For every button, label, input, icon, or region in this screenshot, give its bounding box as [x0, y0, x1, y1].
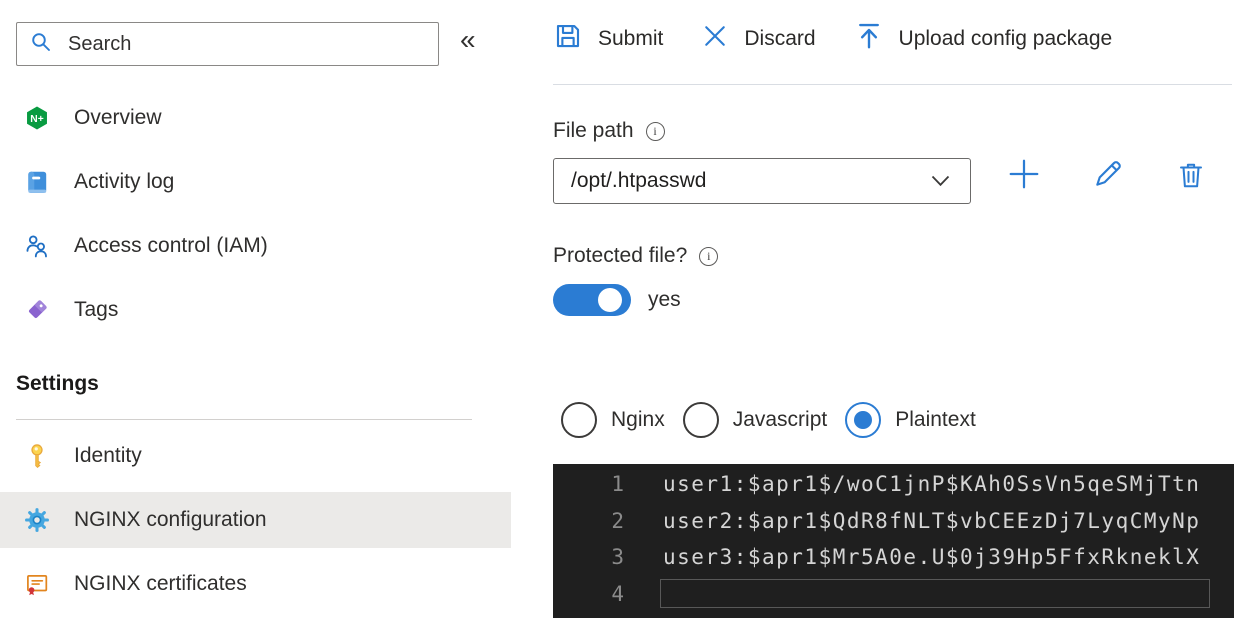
toggle-state-label: yes — [648, 288, 681, 311]
radio-circle — [561, 402, 597, 438]
plus-icon — [1007, 157, 1041, 196]
upload-label: Upload config package — [898, 27, 1113, 50]
protected-file-label: Protected file? — [553, 244, 688, 267]
sidebar-settings-nav: Identity NGINX configuration NGINX certi… — [0, 428, 511, 620]
delete-file-button[interactable] — [1174, 160, 1208, 194]
line-text: user3:$apr1$Mr5A0e.U$0j39Hp5FfxRkneklX — [663, 545, 1201, 570]
sidebar-item-overview[interactable]: N+ Overview — [0, 86, 511, 150]
submit-label: Submit — [598, 27, 664, 50]
settings-section-header: Settings — [16, 372, 99, 395]
sidebar-item-label: Access control (IAM) — [74, 234, 268, 257]
radio-circle — [845, 402, 882, 438]
editor-line: 2 user2:$apr1$QdR8fNLT$vbCEEzDj7LyqCMyNp — [553, 503, 1234, 540]
trash-icon — [1176, 160, 1206, 195]
certificate-icon — [24, 571, 50, 597]
nginx-logo-icon: N+ — [24, 105, 50, 131]
pencil-icon — [1092, 158, 1124, 195]
edit-file-button[interactable] — [1091, 159, 1125, 193]
sidebar-item-label: Tags — [74, 298, 119, 321]
protected-file-toggle[interactable] — [553, 284, 631, 316]
collapse-sidebar-icon[interactable]: « — [460, 26, 476, 54]
radio-label: Nginx — [611, 408, 665, 431]
command-bar: Submit Discard Upload config package — [553, 21, 1112, 57]
sidebar-item-label: Identity — [74, 444, 142, 467]
search-input[interactable] — [66, 31, 426, 57]
sidebar-item-tags[interactable]: Tags — [0, 278, 511, 342]
discard-button[interactable]: Discard — [701, 22, 816, 56]
syntax-radio-group: Nginx Javascript Plaintext — [561, 402, 976, 438]
radio-circle — [682, 402, 719, 438]
sidebar: « N+ Overview Activity log — [0, 0, 511, 618]
activity-log-icon — [24, 169, 50, 195]
radio-nginx[interactable]: Nginx — [561, 402, 665, 438]
toolbar-divider — [553, 84, 1232, 85]
sidebar-item-label: NGINX certificates — [74, 572, 247, 595]
sidebar-item-nginx-configuration[interactable]: NGINX configuration — [0, 492, 511, 548]
discard-label: Discard — [744, 27, 816, 50]
line-text: user1:$apr1$/woC1jnP$KAh0SsVn5qeSMjTtn — [663, 472, 1201, 497]
editor-cursor-line[interactable] — [660, 579, 1210, 609]
file-path-dropdown[interactable]: /opt/.htpasswd — [553, 158, 971, 204]
file-path-label-row: File path i — [553, 119, 665, 143]
file-path-label: File path — [553, 119, 634, 142]
line-number: 4 — [611, 581, 625, 606]
sidebar-item-label: Overview — [74, 106, 162, 129]
gear-icon — [24, 507, 50, 533]
close-icon — [701, 22, 729, 56]
chevron-down-icon — [931, 169, 950, 193]
add-file-button[interactable] — [1007, 159, 1041, 193]
toggle-knob — [598, 288, 622, 312]
key-icon — [24, 443, 50, 469]
editor-line: 3 user3:$apr1$Mr5A0e.U$0j39Hp5FfxRkneklX — [553, 539, 1234, 576]
protected-file-label-row: Protected file? i — [553, 244, 719, 268]
tag-icon — [24, 297, 50, 323]
sidebar-item-nginx-certificates[interactable]: NGINX certificates — [0, 556, 511, 612]
search-icon — [29, 30, 53, 59]
info-icon[interactable]: i — [645, 121, 665, 141]
settings-divider — [16, 419, 472, 420]
search-box[interactable] — [16, 22, 439, 66]
radio-javascript[interactable]: Javascript — [682, 402, 828, 438]
upload-config-package-button[interactable]: Upload config package — [854, 21, 1113, 57]
upload-icon — [854, 21, 884, 57]
radio-plaintext[interactable]: Plaintext — [845, 402, 976, 438]
editor-line: 4 — [553, 576, 1234, 613]
save-icon — [553, 21, 583, 57]
sidebar-item-access-control[interactable]: Access control (IAM) — [0, 214, 511, 278]
line-text: user2:$apr1$QdR8fNLT$vbCEEzDj7LyqCMyNp — [663, 508, 1201, 533]
sidebar-nav: N+ Overview Activity log Access control … — [0, 86, 511, 342]
file-path-value: /opt/.htpasswd — [571, 169, 707, 192]
sidebar-item-activity-log[interactable]: Activity log — [0, 150, 511, 214]
line-number: 3 — [611, 545, 625, 570]
config-code-editor[interactable]: 1 user1:$apr1$/woC1jnP$KAh0SsVn5qeSMjTtn… — [553, 464, 1234, 618]
line-number: 1 — [611, 472, 625, 497]
info-icon[interactable]: i — [699, 246, 719, 266]
sidebar-item-label: NGINX configuration — [74, 508, 267, 531]
radio-label: Plaintext — [895, 408, 976, 431]
people-icon — [24, 233, 50, 259]
sidebar-item-label: Activity log — [74, 170, 175, 193]
svg-text:N+: N+ — [30, 114, 43, 125]
editor-line: 1 user1:$apr1$/woC1jnP$KAh0SsVn5qeSMjTtn — [553, 466, 1234, 503]
line-number: 2 — [611, 508, 625, 533]
radio-label: Javascript — [732, 408, 828, 431]
sidebar-item-identity[interactable]: Identity — [0, 428, 511, 484]
submit-button[interactable]: Submit — [553, 21, 663, 57]
